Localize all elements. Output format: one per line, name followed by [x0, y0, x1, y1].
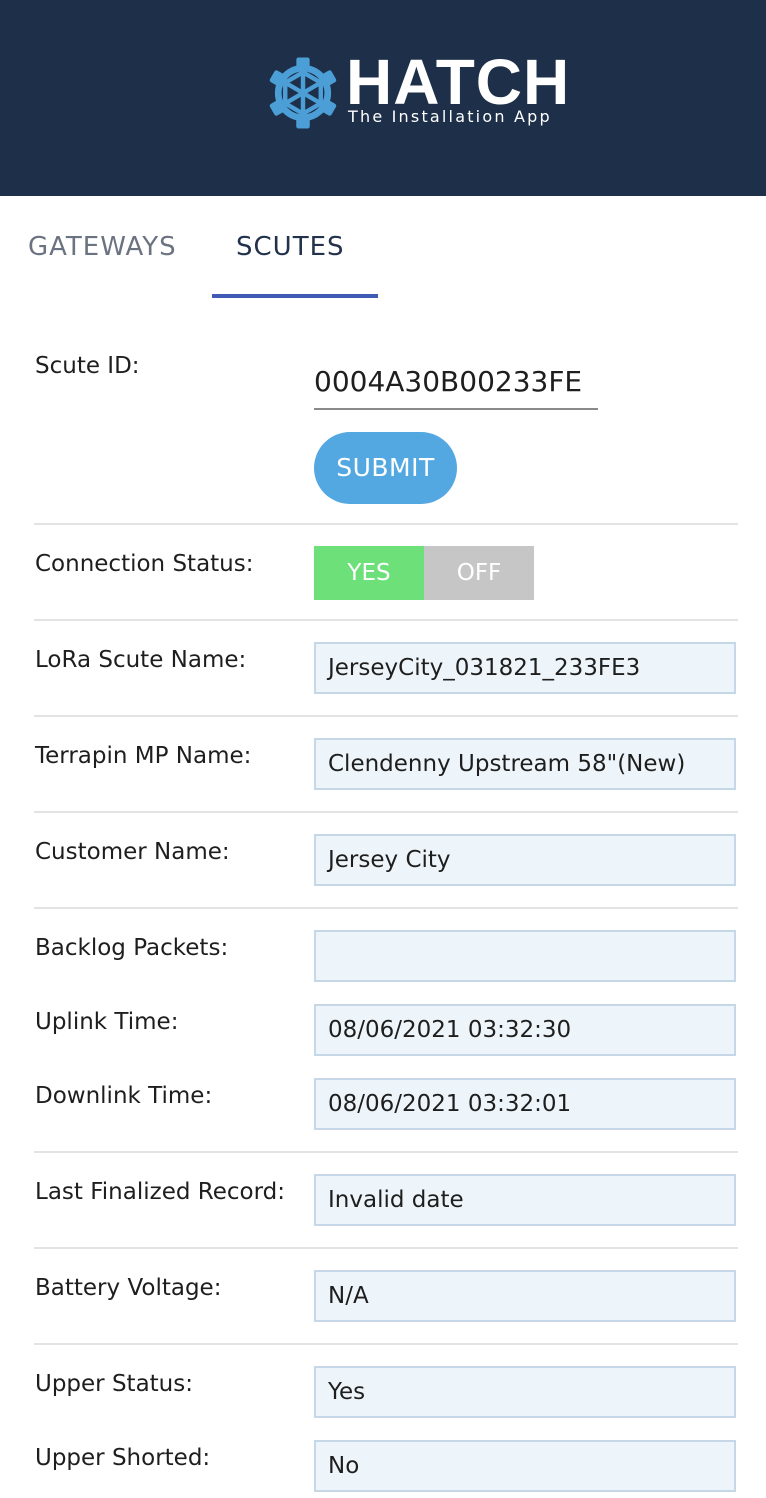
divider — [34, 523, 738, 525]
scute-id-label: Scute ID: — [35, 353, 140, 379]
connection-status-label: Connection Status: — [35, 551, 254, 577]
terrapin-mp-name-field: Clendenny Upstream 58"(New) — [314, 738, 736, 790]
battery-voltage-label: Battery Voltage: — [35, 1275, 222, 1301]
upper-shorted-label: Upper Shorted: — [35, 1445, 211, 1471]
divider — [34, 1343, 738, 1345]
toggle-yes-option[interactable]: YES — [314, 546, 424, 600]
tab-scutes[interactable]: SCUTES — [236, 232, 345, 262]
uplink-time-label: Uplink Time: — [35, 1009, 179, 1035]
backlog-packets-field — [314, 930, 736, 982]
app-subtitle: The Installation App — [348, 107, 552, 126]
tab-gateways[interactable]: GATEWAYS — [28, 232, 177, 262]
lora-scute-name-label: LoRa Scute Name: — [35, 647, 247, 673]
app-header: HATCH The Installation App — [0, 0, 766, 196]
last-finalized-record-field: Invalid date — [314, 1174, 736, 1226]
app-title: HATCH — [346, 46, 571, 118]
terrapin-mp-name-label: Terrapin MP Name: — [35, 743, 252, 769]
upper-status-field: Yes — [314, 1366, 736, 1418]
divider — [34, 715, 738, 717]
downlink-time-label: Downlink Time: — [35, 1083, 213, 1109]
last-finalized-record-label: Last Finalized Record: — [35, 1179, 285, 1205]
divider — [34, 1247, 738, 1249]
lora-scute-name-field: JerseyCity_031821_233FE3 — [314, 642, 736, 694]
battery-voltage-field: N/A — [314, 1270, 736, 1322]
scute-id-input[interactable] — [314, 354, 598, 410]
divider — [34, 811, 738, 813]
divider — [34, 619, 738, 621]
upper-status-label: Upper Status: — [35, 1371, 193, 1397]
tab-bar: GATEWAYS SCUTES — [0, 196, 766, 298]
uplink-time-field: 08/06/2021 03:32:30 — [314, 1004, 736, 1056]
submit-button[interactable]: SUBMIT — [314, 432, 457, 504]
customer-name-label: Customer Name: — [35, 839, 230, 865]
toggle-off-option[interactable]: OFF — [424, 546, 534, 600]
upper-shorted-field: No — [314, 1440, 736, 1492]
downlink-time-field: 08/06/2021 03:32:01 — [314, 1078, 736, 1130]
divider — [34, 1151, 738, 1153]
backlog-packets-label: Backlog Packets: — [35, 935, 229, 961]
divider — [34, 907, 738, 909]
active-tab-indicator — [212, 294, 378, 298]
gear-icon — [269, 57, 337, 129]
connection-status-toggle[interactable]: YES OFF — [314, 546, 534, 600]
customer-name-field: Jersey City — [314, 834, 736, 886]
